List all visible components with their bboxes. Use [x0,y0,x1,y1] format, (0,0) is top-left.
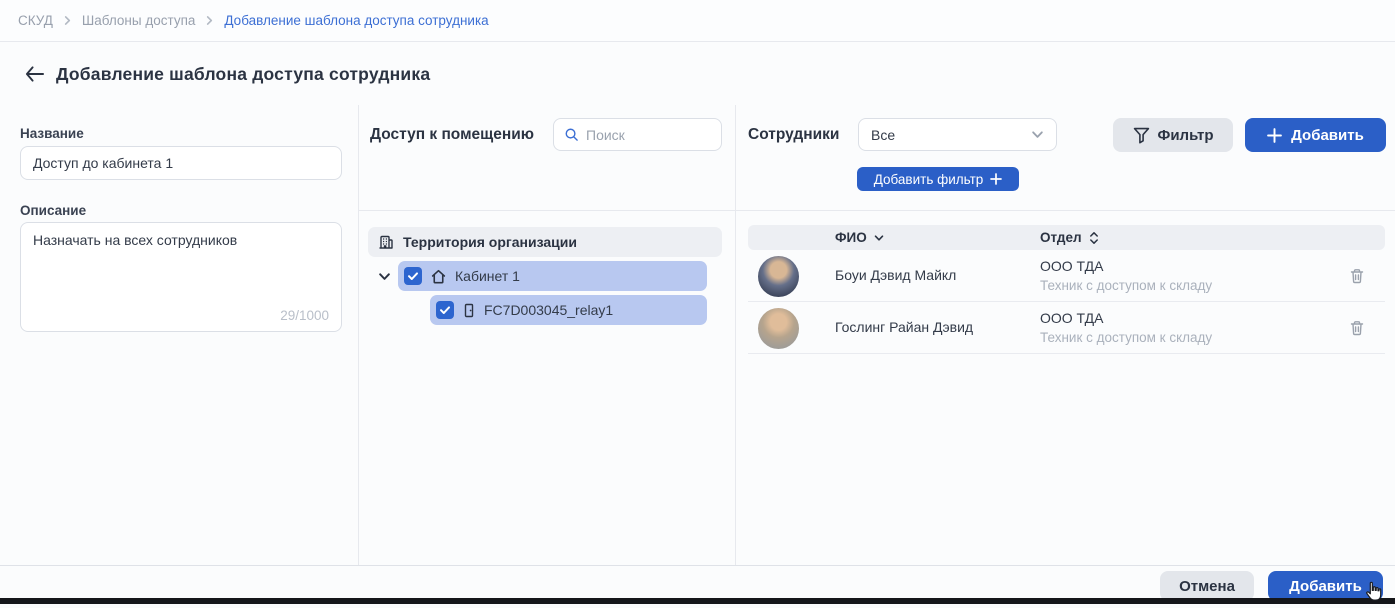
employees-filter-select[interactable]: Все [858,118,1057,151]
door-icon [462,303,476,318]
breadcrumb-current[interactable]: Добавление шаблона доступа сотрудника [224,13,488,28]
panel-divider [358,105,359,565]
tree-expander-chevron-down-icon[interactable] [378,269,392,283]
tree-node-label: FC7D003045_relay1 [484,302,613,318]
window-bottom-edge [0,598,1395,604]
add-employee-button[interactable]: Добавить [1245,118,1386,152]
room-checkbox[interactable] [404,267,422,285]
cancel-button[interactable]: Отмена [1160,571,1254,601]
tree-root-territory[interactable]: Территория организации [368,227,722,257]
row-divider [748,301,1385,302]
relay-checkbox[interactable] [436,301,454,319]
add-employee-button-label: Добавить [1291,127,1364,144]
sort-chevron-down-icon [873,232,885,244]
plus-icon [1267,128,1282,143]
panel-divider [735,105,736,565]
funnel-icon [1133,127,1150,144]
chevron-right-icon [63,16,72,25]
filter-button[interactable]: Фильтр [1113,118,1233,152]
delete-employee-trash-icon[interactable] [1348,319,1366,337]
add-filter-button-label: Добавить фильтр [874,172,984,187]
room-search[interactable] [553,118,722,151]
breadcrumb-templates[interactable]: Шаблоны доступа [82,13,196,28]
employee-row[interactable]: Гослинг Райан Дэвид ООО ТДА Техник с дос… [748,303,1385,354]
employee-row[interactable]: Боуи Дэвид Майкл ООО ТДА Техник с доступ… [748,251,1385,302]
tree-node-room[interactable]: Кабинет 1 [398,261,707,291]
building-icon [378,234,394,250]
name-label: Название [20,126,84,141]
employee-company: ООО ТДА [1040,310,1103,326]
selected-option: Все [871,127,895,143]
name-input[interactable] [20,146,342,180]
delete-employee-trash-icon[interactable] [1348,267,1366,285]
employee-avatar [758,308,799,349]
back-arrow-icon[interactable] [20,60,48,88]
chevron-down-icon [1031,128,1044,141]
breadcrumb: СКУД Шаблоны доступа Добавление шаблона … [0,0,1395,42]
plus-icon [990,173,1002,185]
section-divider [358,210,1395,211]
column-header-department[interactable]: Отдел [1040,230,1100,245]
employees-panel-title: Сотрудники [748,126,839,144]
chevron-right-icon [205,16,214,25]
employee-position: Техник с доступом к складу [1040,330,1212,345]
search-icon [564,127,579,142]
department-header-label: Отдел [1040,230,1082,245]
employee-name: Боуи Дэвид Майкл [835,267,956,283]
employees-table-header: ФИО Отдел [748,225,1385,250]
sort-up-down-icon [1088,231,1100,245]
row-divider [748,353,1385,354]
description-label: Описание [20,203,86,218]
description-value: Назначать на всех сотрудников [33,232,329,248]
footer-divider [0,565,1395,566]
fio-header-label: ФИО [835,230,867,245]
employee-name: Гослинг Райан Дэвид [835,319,973,335]
description-textarea[interactable]: Назначать на всех сотрудников 29/1000 [20,222,342,332]
filter-button-label: Фильтр [1158,127,1214,144]
employee-company: ООО ТДА [1040,258,1103,274]
tree-node-label: Кабинет 1 [455,268,520,284]
char-counter: 29/1000 [280,308,329,323]
add-filter-button[interactable]: Добавить фильтр [857,167,1019,191]
page-header: Добавление шаблона доступа сотрудника [0,43,1395,105]
employee-avatar [758,256,799,297]
room-search-input[interactable] [586,127,706,143]
tree-node-relay[interactable]: FC7D003045_relay1 [430,295,707,325]
tree-root-label: Территория организации [403,234,577,250]
employee-position: Техник с доступом к складу [1040,278,1212,293]
column-header-fio[interactable]: ФИО [835,230,885,245]
home-icon [430,268,447,285]
page-title: Добавление шаблона доступа сотрудника [56,64,430,85]
rooms-panel-title: Доступ к помещению [370,126,534,144]
access-template-page: СКУД Шаблоны доступа Добавление шаблона … [0,0,1395,604]
breadcrumb-skud[interactable]: СКУД [18,13,53,28]
